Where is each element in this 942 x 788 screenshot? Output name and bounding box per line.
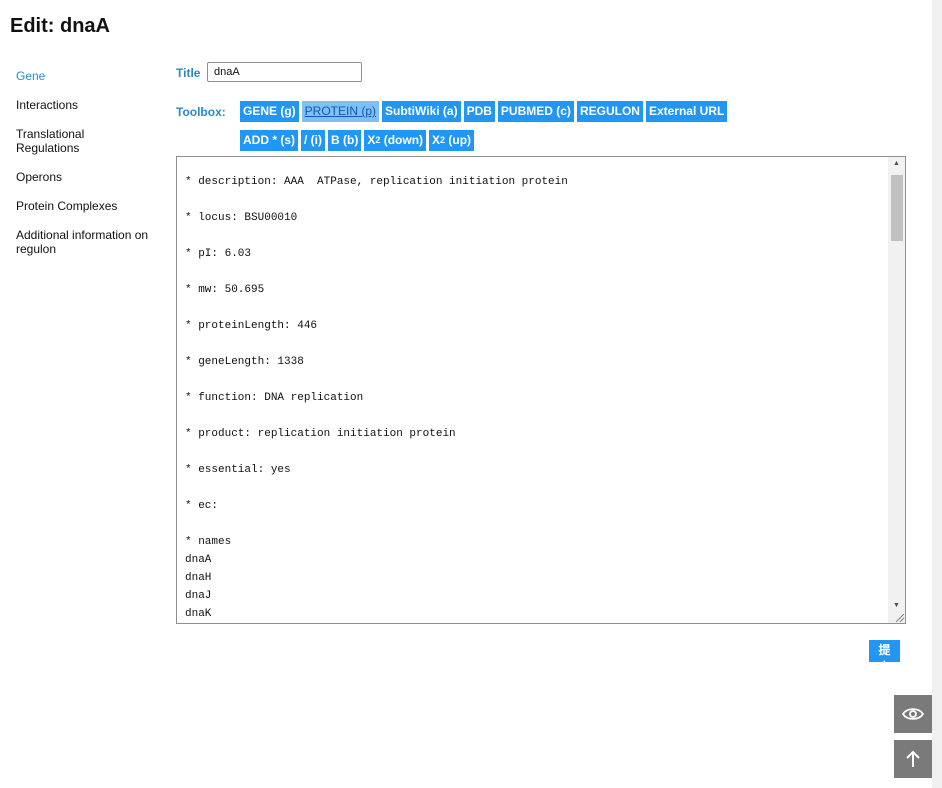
add-button[interactable]: ADD * (s) [240,130,299,151]
bold-button[interactable]: B (b) [328,130,362,151]
italic-button[interactable]: / (i) [301,130,326,151]
title-label: Title [176,66,201,80]
superscript-base: X [432,133,441,147]
eye-icon [902,708,924,720]
arrow-up-icon [906,750,920,767]
scroll-thumb[interactable] [891,175,903,241]
sidebar-item-operons[interactable]: Operons [16,170,161,184]
sidebar-item-gene[interactable]: Gene [16,69,161,83]
sidebar-item-protein-complexes[interactable]: Protein Complexes [16,199,161,213]
window-edge [932,0,942,788]
content-editor[interactable]: * description: AAA ATPase, replication i… [176,156,906,624]
pdb-button[interactable]: PDB [463,101,495,122]
scroll-up-icon[interactable]: ▲ [888,157,905,171]
toolbar-row-1: GENE (g) PROTEIN (p) SubtiWiki (a) PDB P… [240,101,728,122]
sidebar: Gene Interactions Translational Regulati… [16,69,161,271]
protein-button[interactable]: PROTEIN (p) [301,101,380,122]
pubmed-button[interactable]: PUBMED (c) [497,101,574,122]
toolbar-row-2: ADD * (s) / (i) B (b) X2 (down) X2 (up) [240,130,475,151]
external-url-button[interactable]: External URL [645,101,728,122]
editor-scrollbar[interactable]: ▲ ▼ [888,157,905,623]
subscript-label: (down) [380,133,424,147]
toolbox-label: Toolbox: [176,105,226,119]
preview-button[interactable] [894,695,932,733]
editor-text[interactable]: * description: AAA ATPase, replication i… [185,173,885,623]
title-input[interactable] [207,62,362,82]
sidebar-item-additional-information[interactable]: Additional information on regulon [16,228,161,256]
superscript-button[interactable]: X2 (up) [429,130,475,151]
scroll-down-icon[interactable]: ▼ [888,599,905,613]
sidebar-item-interactions[interactable]: Interactions [16,98,161,112]
subscript-button[interactable]: X2 (down) [364,130,427,151]
submit-button[interactable]: 提交 [869,640,900,674]
superscript-label: (up) [445,133,472,147]
back-to-top-button[interactable] [894,740,932,778]
gene-button[interactable]: GENE (g) [240,101,299,122]
sidebar-item-translational-regulations[interactable]: Translational Regulations [16,127,161,155]
resize-grip-icon[interactable] [896,614,904,622]
subscript-base: X [367,133,376,147]
subtiwiki-button[interactable]: SubtiWiki (a) [382,101,461,122]
regulon-button[interactable]: REGULON [576,101,643,122]
page-title: Edit: dnaA [10,15,110,37]
